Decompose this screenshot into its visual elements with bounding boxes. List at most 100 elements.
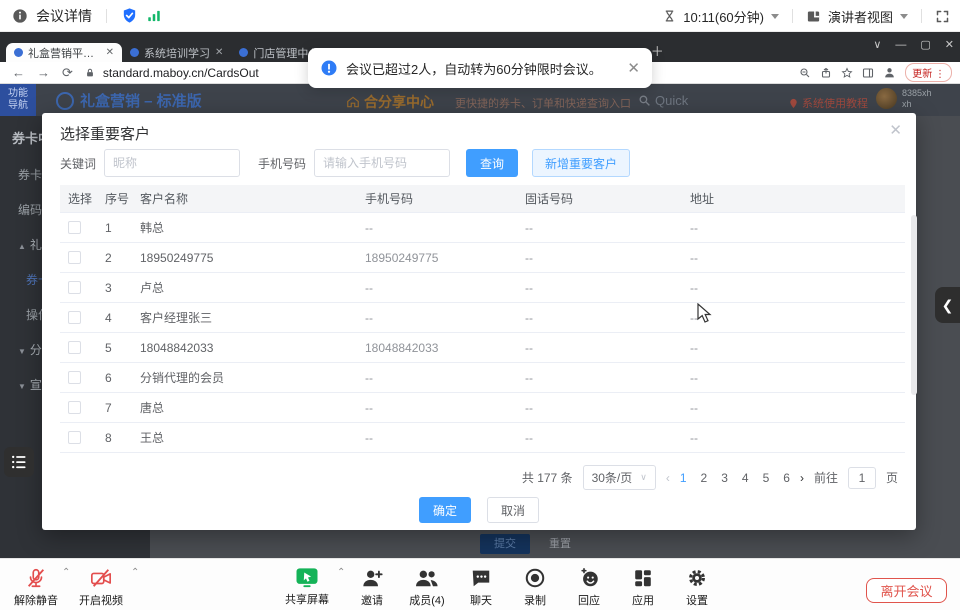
forward-icon[interactable]: → [37, 65, 50, 80]
view-dropdown-icon[interactable] [900, 14, 908, 19]
zoom-icon[interactable] [799, 67, 811, 79]
prev-page-icon[interactable]: ‹ [666, 471, 670, 485]
table-row[interactable]: 8 王总 -- -- -- [60, 423, 905, 453]
minimize-icon[interactable]: — [895, 39, 906, 51]
meeting-info[interactable]: 会议详情 [0, 6, 162, 26]
page-6[interactable]: 6 [783, 471, 790, 485]
table-row[interactable]: 4 客户经理张三 -- -- -- [60, 303, 905, 333]
settings-label: 设置 [686, 592, 708, 608]
panel-expand-toggle[interactable]: ❮ [935, 287, 960, 323]
cancel-button[interactable]: 取消 [487, 497, 539, 523]
tab-2[interactable]: 系统培训学习✕ [122, 43, 231, 62]
keyword-input[interactable] [104, 149, 240, 177]
row-checkbox[interactable] [68, 431, 81, 444]
row-checkbox[interactable] [68, 341, 81, 354]
reset-button[interactable]: 重置 [540, 534, 580, 554]
table-scrollbar[interactable] [911, 215, 917, 395]
video-options-caret[interactable]: ⌃ [131, 567, 139, 578]
shield-check-icon[interactable] [121, 7, 138, 24]
cell-name: 王总 [140, 423, 364, 452]
quick-search[interactable]: Quick [638, 93, 688, 108]
row-checkbox[interactable] [68, 281, 81, 294]
favicon [14, 48, 23, 57]
mute-button[interactable]: 解除静音 [1, 567, 71, 608]
table-row[interactable]: 2 18950249775 18950249775 -- -- [60, 243, 905, 273]
table-row[interactable]: 3 卢总 -- -- -- [60, 273, 905, 303]
profile-icon[interactable] [883, 66, 896, 79]
promo-text: 更快捷的券卡、订单和快递查询入口 [455, 95, 631, 111]
tab-close-icon[interactable]: ✕ [215, 47, 223, 58]
floating-list-button[interactable] [4, 447, 34, 477]
table-row[interactable]: 6 分销代理的会员 -- -- -- [60, 363, 905, 393]
record-label: 录制 [524, 592, 546, 608]
timer-dropdown-icon[interactable] [771, 14, 779, 19]
page-3[interactable]: 3 [721, 471, 728, 485]
cell-name: 18048842033 [140, 333, 364, 362]
tutorial-link[interactable]: 系统使用教程 [788, 95, 868, 111]
goto-page-input[interactable] [848, 467, 876, 489]
page-size-select[interactable]: 30条/页∨ [583, 465, 656, 490]
next-page-icon[interactable]: › [800, 471, 804, 485]
network-signal-icon[interactable] [146, 9, 162, 23]
react-label: 回应 [578, 592, 600, 608]
phone-input[interactable] [314, 149, 450, 177]
toast-close-icon[interactable]: ✕ [627, 59, 640, 77]
share-screen-button[interactable]: 共享屏幕 [272, 567, 342, 607]
tab-search-caret-icon[interactable]: ∨ [873, 38, 881, 51]
fullscreen-icon[interactable] [935, 9, 950, 24]
page-4[interactable]: 4 [742, 471, 749, 485]
cell-address: -- [690, 423, 900, 452]
new-tab-icon[interactable]: ＋ [651, 41, 664, 60]
search-button[interactable]: 查询 [466, 149, 518, 177]
confirm-button[interactable]: 确定 [419, 497, 471, 523]
modal-close-icon[interactable]: ✕ [889, 121, 902, 139]
share-center-link[interactable]: 合分享中心 [346, 92, 434, 112]
video-button[interactable]: 开启视频 [66, 567, 136, 608]
submit-button[interactable]: 提交 [480, 534, 530, 554]
cell-landline: -- [525, 273, 689, 302]
page-2[interactable]: 2 [701, 471, 708, 485]
col-landline: 固话号码 [525, 185, 689, 212]
settings-button[interactable]: 设置 [662, 567, 732, 608]
page-1[interactable]: 1 [680, 471, 687, 485]
row-checkbox[interactable] [68, 401, 81, 414]
back-icon[interactable]: ← [12, 65, 25, 80]
cell-name: 唐总 [140, 393, 364, 422]
select-customer-modal: 选择重要客户 ✕ 关键词 手机号码 查询 新增重要客户 选择 序号 客户名称 手… [42, 113, 916, 530]
function-nav-badge[interactable]: 功能 导航 [0, 84, 36, 116]
row-checkbox[interactable] [68, 221, 81, 234]
col-address: 地址 [690, 185, 900, 212]
table-row[interactable]: 5 18048842033 18048842033 -- -- [60, 333, 905, 363]
leave-meeting-button[interactable]: 离开会议 [866, 578, 947, 603]
row-checkbox[interactable] [68, 311, 81, 324]
cell-name: 分销代理的会员 [140, 363, 364, 392]
meeting-title: 会议详情 [36, 6, 92, 26]
row-checkbox[interactable] [68, 251, 81, 264]
pagination: 共 177 条 30条/页∨ ‹ 1 2 3 4 5 6 › 前往 页 [522, 465, 898, 490]
table-row[interactable]: 1 韩总 -- -- -- [60, 213, 905, 243]
url-text[interactable]: standard.maboy.cn/CardsOut [103, 66, 259, 80]
modal-filters: 关键词 手机号码 查询 新增重要客户 [60, 149, 630, 177]
table-body: 1 韩总 -- -- -- 2 18950249775 18950249775 … [60, 213, 905, 453]
chat-icon [470, 567, 492, 589]
bookmark-star-icon[interactable] [841, 67, 853, 79]
maximize-icon[interactable]: ▢ [920, 38, 930, 51]
window-close-icon[interactable]: ✕ [945, 38, 954, 51]
row-checkbox[interactable] [68, 371, 81, 384]
tab-close-icon[interactable]: ✕ [106, 47, 114, 58]
cell-landline: -- [525, 213, 689, 242]
cell-mobile: -- [365, 273, 524, 302]
invite-icon [361, 567, 384, 589]
header-user[interactable]: 8385xh xh [876, 88, 932, 110]
caret-down-icon: ▼ [18, 347, 26, 356]
side-panel-icon[interactable] [862, 67, 874, 79]
share-icon[interactable] [820, 67, 832, 79]
add-customer-button[interactable]: 新增重要客户 [532, 149, 630, 177]
browser-update-button[interactable]: 更新 ⋮ [905, 63, 952, 82]
list-icon [10, 454, 28, 470]
chevron-down-icon: ∨ [640, 472, 647, 483]
page-5[interactable]: 5 [763, 471, 770, 485]
tab-1[interactable]: 礼盒营销平台管理中心✕ [6, 43, 122, 62]
refresh-icon[interactable]: ⟳ [62, 65, 73, 81]
table-row[interactable]: 7 唐总 -- -- -- [60, 393, 905, 423]
